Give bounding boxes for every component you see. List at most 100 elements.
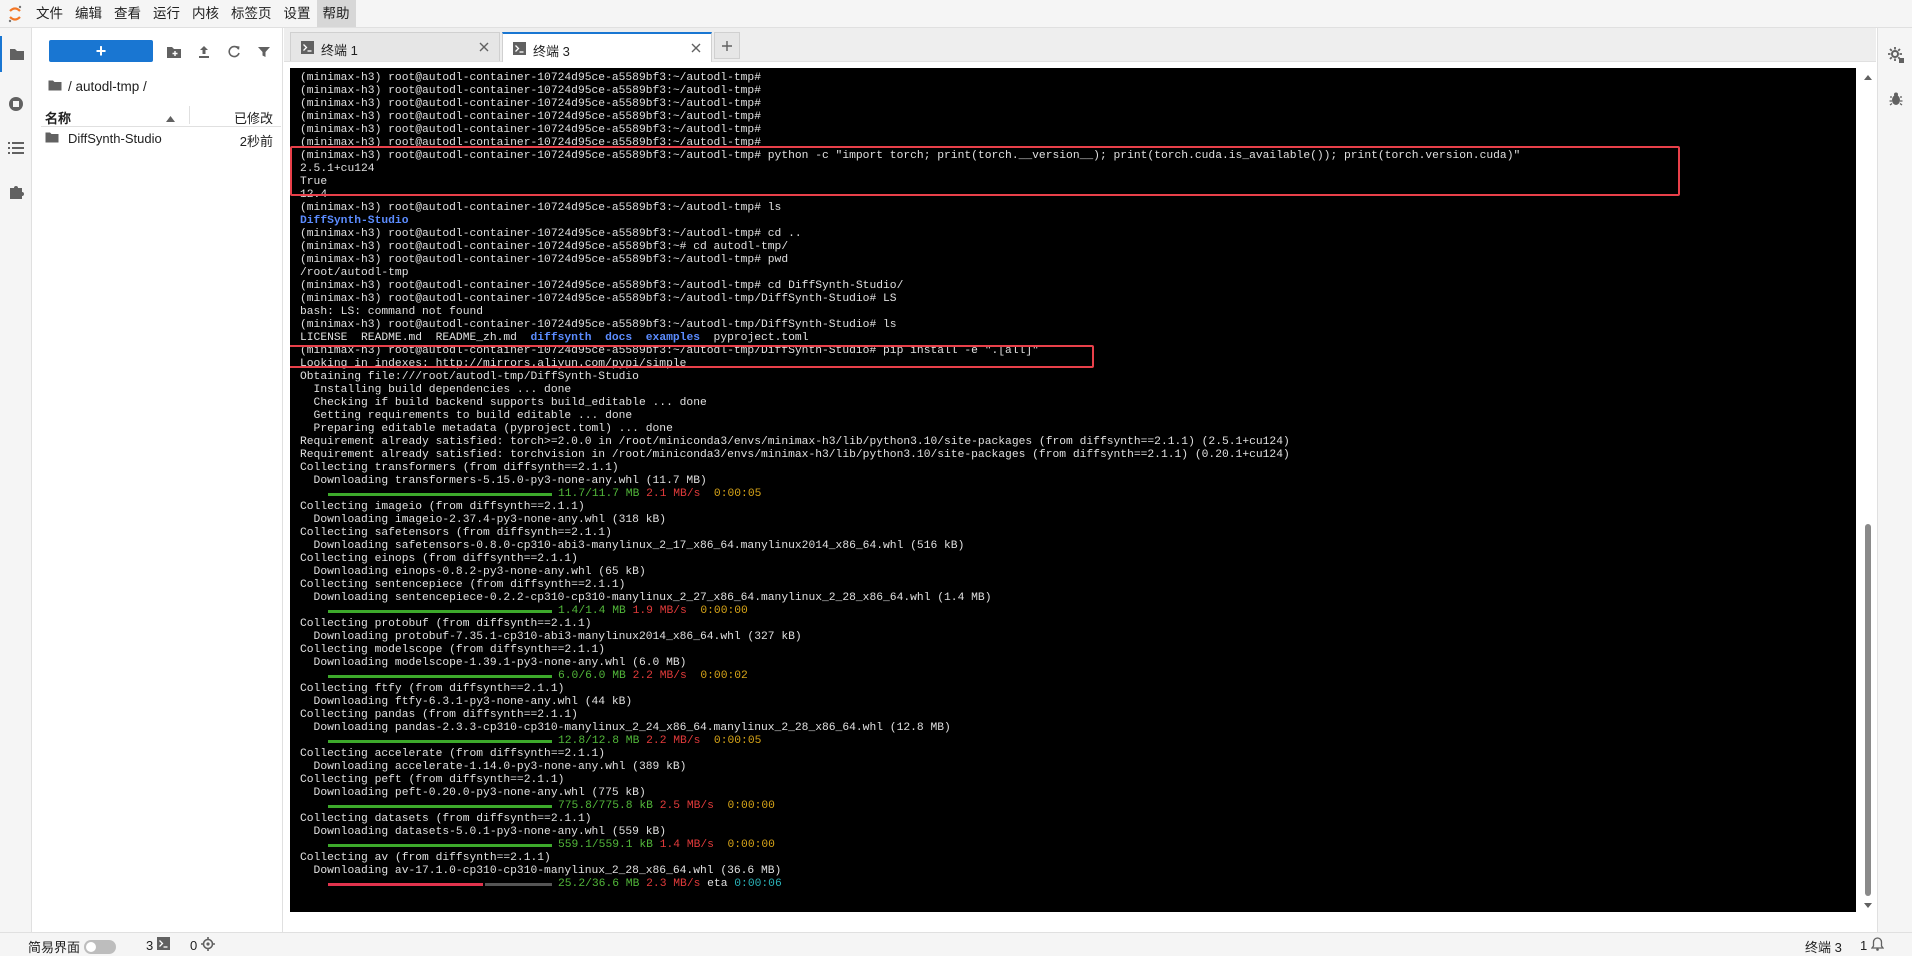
- scrollbar-thumb[interactable]: [1865, 524, 1871, 896]
- terminal-line: (minimax-h3) root@autodl-container-10724…: [300, 202, 782, 214]
- terminal-line: Downloading av-17.1.0-cp310-cp310-manyli…: [300, 865, 782, 877]
- terminal-line: Preparing editable metadata (pyproject.t…: [300, 423, 673, 435]
- tab-label: 终端 1: [321, 43, 358, 58]
- terminal-line: Downloading transformers-5.15.0-py3-none…: [300, 475, 707, 487]
- terminal-line: bash: LS: command not found: [300, 306, 484, 318]
- download-size: 559.1/559.1 kB: [558, 839, 653, 851]
- terminal-line: 12.4: [300, 189, 328, 201]
- file-browser-toolbar: +: [32, 39, 282, 65]
- terminal-line: Collecting safetensors (from diffsynth==…: [300, 527, 612, 539]
- menu-item-0[interactable]: 文件: [30, 0, 69, 27]
- menu-item-5[interactable]: 标签页: [225, 0, 278, 27]
- terminal-line: (minimax-h3) root@autodl-container-10724…: [300, 319, 897, 331]
- breadcrumb-path[interactable]: / autodl-tmp /: [68, 79, 147, 94]
- terminal-line: (minimax-h3) root@autodl-container-10724…: [300, 293, 897, 305]
- column-modified-header[interactable]: 已修改: [234, 108, 273, 127]
- file-list-item[interactable]: DiffSynth-Studio 2秒前: [41, 127, 281, 149]
- scroll-down-arrow-icon[interactable]: [1864, 897, 1872, 912]
- terminal-line: Downloading datasets-5.0.1-py3-none-any.…: [300, 826, 667, 838]
- terminal-line: 2.5.1+cu124: [300, 163, 375, 175]
- terminal-line: Collecting imageio (from diffsynth==2.1.…: [300, 501, 585, 513]
- menu-item-2[interactable]: 查看: [108, 0, 147, 27]
- simple-mode-switch[interactable]: 简易界面: [28, 937, 117, 956]
- main-tab-bar: 终端 1 终端 3: [284, 28, 1876, 62]
- menu-item-3[interactable]: 运行: [147, 0, 186, 27]
- menu-item-7[interactable]: 帮助: [316, 0, 356, 27]
- terminal-scrollbar[interactable]: [1862, 68, 1874, 912]
- active-tab-name: 终端 3: [1805, 940, 1842, 955]
- terminal-screen[interactable]: (minimax-h3) root@autodl-container-10724…: [290, 68, 1856, 912]
- new-folder-icon[interactable]: [162, 41, 186, 63]
- terminal-icon: [301, 41, 314, 57]
- simple-mode-toggle[interactable]: [84, 939, 117, 954]
- left-activity-bar: [0, 28, 32, 932]
- new-launcher-label: +: [95, 40, 107, 61]
- menu-item-4[interactable]: 内核: [186, 0, 225, 27]
- progress-bar-fill: [328, 493, 552, 496]
- progress-bar-remaining: [484, 883, 552, 886]
- property-inspector-gear-icon[interactable]: [1878, 38, 1912, 72]
- progress-bar-fill: [328, 610, 552, 613]
- upload-icon[interactable]: [192, 41, 216, 63]
- scroll-up-arrow-icon[interactable]: [1864, 68, 1872, 83]
- terminal-line: Collecting transformers (from diffsynth=…: [300, 462, 619, 474]
- download-speed: 2.5 MB/s: [652, 800, 714, 812]
- refresh-icon[interactable]: [222, 41, 246, 63]
- status-bar: 简易界面 3 0 终端 3 1: [0, 932, 1912, 956]
- new-tab-plus-icon[interactable]: [714, 32, 740, 59]
- sort-caret-up-icon[interactable]: [166, 110, 175, 125]
- column-divider[interactable]: [189, 106, 190, 124]
- column-name-header[interactable]: 名称: [45, 108, 71, 127]
- terminal-line: Collecting einops (from diffsynth==2.1.1…: [300, 553, 578, 565]
- terminal-line: Downloading sentencepiece-0.2.2-cp310-cp…: [300, 592, 992, 604]
- download-time: 0:00:02: [686, 670, 748, 682]
- tab-terminal-1[interactable]: 终端 1: [290, 32, 500, 61]
- terminal-line: Collecting pandas (from diffsynth==2.1.1…: [300, 709, 578, 721]
- table-of-contents-icon[interactable]: [0, 130, 31, 166]
- progress-bar-fill: [328, 844, 552, 847]
- terminal-line: Collecting ftfy (from diffsynth==2.1.1): [300, 683, 565, 695]
- simple-mode-label: 简易界面: [28, 940, 81, 955]
- menu-bar: 文件 编辑 查看 运行 内核 标签页 设置 帮助: [0, 0, 1912, 28]
- notification-count: 1: [1860, 938, 1868, 953]
- terminal-line: /root/autodl-tmp: [300, 267, 409, 279]
- close-icon[interactable]: [477, 40, 491, 54]
- menu-item-6[interactable]: 设置: [278, 0, 317, 27]
- extension-puzzle-icon[interactable]: [0, 174, 31, 210]
- download-size: 12.8/12.8 MB: [558, 735, 640, 747]
- breadcrumb-folder-icon[interactable]: [48, 79, 62, 94]
- progress-bar-fill: [328, 675, 552, 678]
- terminal-line: Collecting peft (from diffsynth==2.1.1): [300, 774, 565, 786]
- new-launcher-button[interactable]: +: [49, 40, 153, 62]
- breadcrumb: / autodl-tmp /: [48, 76, 147, 96]
- terminal-sessions-indicator[interactable]: 3: [146, 937, 171, 953]
- download-speed: 2.2 MB/s: [625, 670, 687, 682]
- download-size: 1.4/1.4 MB: [558, 605, 626, 617]
- terminal-line: (minimax-h3) root@autodl-container-10724…: [300, 280, 904, 292]
- terminal-line: Downloading modelscope-1.39.1-py3-none-a…: [300, 657, 687, 669]
- folder-icon[interactable]: [0, 36, 31, 72]
- terminal-line: Collecting accelerate (from diffsynth==2…: [300, 748, 606, 760]
- terminal-line: (minimax-h3) root@autodl-container-10724…: [300, 85, 761, 97]
- notifications-indicator[interactable]: 1: [1860, 937, 1885, 954]
- tab-terminal-3[interactable]: 终端 3: [502, 32, 712, 62]
- file-list-header: 名称 已修改: [41, 104, 281, 127]
- filter-icon[interactable]: [252, 41, 276, 63]
- download-progress-row: 11.7/11.7 MB 2.1 MB/s 0:00:05: [300, 488, 1840, 501]
- close-icon[interactable]: [689, 41, 703, 55]
- terminal-line: Obtaining file:///root/autodl-tmp/DiffSy…: [300, 371, 639, 383]
- download-time: 0:00:00: [713, 839, 775, 851]
- progress-bar-fill: [328, 740, 552, 743]
- terminal-output: (minimax-h3) root@autodl-container-10724…: [300, 72, 1840, 891]
- menu-item-1[interactable]: 编辑: [69, 0, 108, 27]
- running-sessions-icon[interactable]: [0, 86, 31, 122]
- progress-bar-fill: [328, 883, 483, 886]
- terminal-line: DiffSynth-Studio: [300, 215, 409, 227]
- download-size: 775.8/775.8 kB: [558, 800, 653, 812]
- download-speed: 2.1 MB/s: [639, 488, 701, 500]
- debugger-bug-icon[interactable]: [1878, 82, 1912, 116]
- terminal-line: (minimax-h3) root@autodl-container-10724…: [300, 124, 761, 136]
- terminal-icon: [157, 937, 171, 953]
- terminal-line: Checking if build backend supports build…: [300, 397, 707, 409]
- kernel-sessions-indicator[interactable]: 0: [190, 937, 216, 954]
